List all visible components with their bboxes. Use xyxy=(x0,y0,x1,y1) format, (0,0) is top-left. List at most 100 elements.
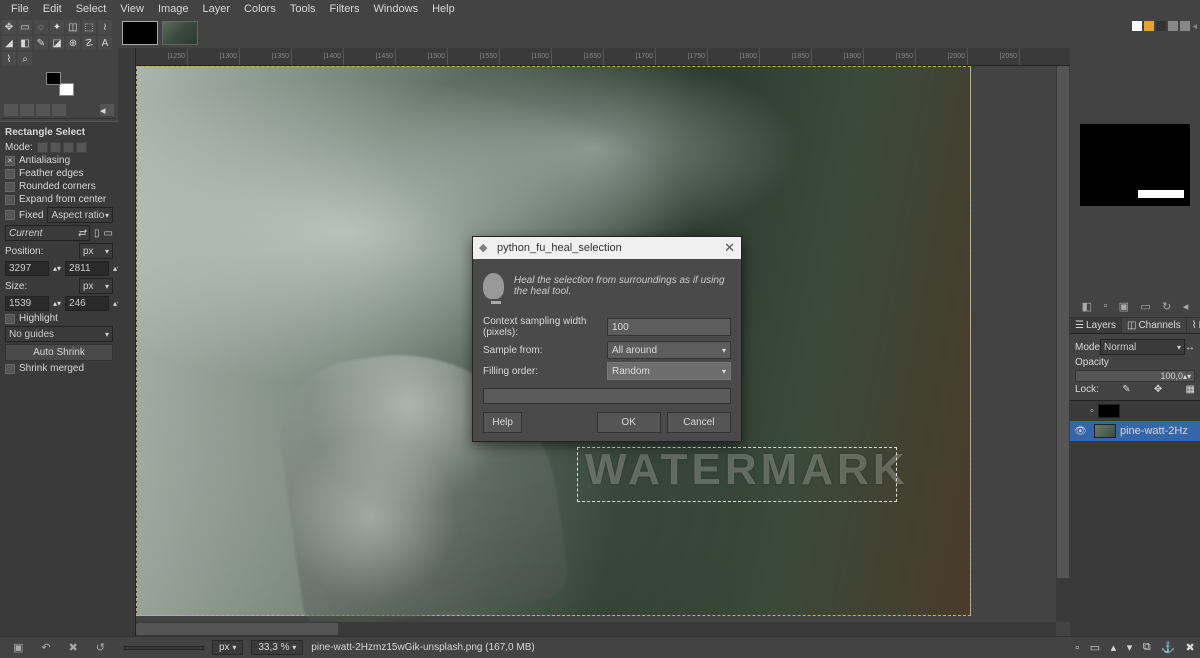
anchor-layer-icon[interactable]: ⚓ xyxy=(1161,641,1175,654)
help-button[interactable]: Help xyxy=(483,412,522,433)
dock-menu-right-icon[interactable]: ◂ xyxy=(1192,21,1197,33)
navigator-preview[interactable] xyxy=(1080,124,1190,206)
bucket-tool-icon[interactable]: ◢ xyxy=(2,36,16,50)
dialog-titlebar[interactable]: ◆ python_fu_heal_selection ✕ xyxy=(473,237,741,259)
current-select[interactable]: Current⇄ xyxy=(5,225,90,241)
menu-edit[interactable]: Edit xyxy=(36,1,69,17)
delete-options-icon[interactable]: ✖ xyxy=(69,641,78,654)
rounded-checkbox[interactable] xyxy=(5,182,15,192)
mode-add-icon[interactable] xyxy=(50,142,61,153)
layers-tab[interactable]: ☰Layers xyxy=(1070,318,1122,333)
antialias-checkbox[interactable]: × xyxy=(5,156,15,166)
new-brush-icon[interactable]: ▫ xyxy=(1103,300,1107,313)
blend-mode-select[interactable]: Normal▾ xyxy=(1100,339,1185,355)
filling-order-select[interactable]: Random▾ xyxy=(607,362,731,380)
path-tool-icon[interactable]: ⌇ xyxy=(2,52,16,66)
menu-view[interactable]: View xyxy=(113,1,151,17)
lock-position-icon[interactable]: ✥ xyxy=(1154,384,1162,395)
highlight-checkbox[interactable] xyxy=(5,314,15,324)
cancel-button[interactable]: Cancel xyxy=(667,412,731,433)
ok-button[interactable]: OK xyxy=(597,412,661,433)
lasso-tool-icon[interactable]: ◌ xyxy=(34,20,48,34)
reset-options-icon[interactable]: ↺ xyxy=(96,641,105,654)
open-brush-icon[interactable]: ◂ xyxy=(1183,300,1189,313)
vertical-scrollbar[interactable] xyxy=(1056,66,1070,622)
dock-menu-icon[interactable]: ◂ xyxy=(100,104,114,116)
menu-select[interactable]: Select xyxy=(69,1,114,17)
size-h-input[interactable] xyxy=(65,296,109,311)
mode-subtract-icon[interactable] xyxy=(63,142,74,153)
new-group-icon[interactable]: ▭ xyxy=(1090,641,1100,654)
pos-y-input[interactable] xyxy=(65,261,109,276)
delete-brush-icon[interactable]: ▭ xyxy=(1140,300,1150,313)
duplicate-layer-icon[interactable]: ⧉ xyxy=(1143,641,1151,654)
duplicate-brush-icon[interactable]: ▣ xyxy=(1119,300,1129,313)
menu-file[interactable]: File xyxy=(4,1,36,17)
mode-intersect-icon[interactable] xyxy=(76,142,87,153)
color-swatches[interactable] xyxy=(46,72,74,96)
background-color[interactable] xyxy=(59,83,74,96)
text-tool-icon[interactable]: A xyxy=(98,36,112,50)
smudge-tool-icon[interactable]: ☡ xyxy=(82,36,96,50)
menu-tools[interactable]: Tools xyxy=(283,1,323,17)
dock-tab-options-icon[interactable] xyxy=(4,104,18,116)
save-options-icon[interactable]: ▣ xyxy=(13,641,23,654)
close-icon[interactable]: ✕ xyxy=(724,240,735,256)
layer-row-active[interactable]: 👁 pine-watt-2Hz xyxy=(1070,421,1200,441)
dock-tab-device-icon[interactable] xyxy=(20,104,34,116)
gradient-tool-icon[interactable]: ◧ xyxy=(18,36,32,50)
fuzzy-select-tool-icon[interactable]: ✦ xyxy=(50,20,64,34)
expand-checkbox[interactable] xyxy=(5,195,15,205)
warp-tool-icon[interactable]: ≀ xyxy=(98,20,112,34)
eraser-tool-icon[interactable]: ◪ xyxy=(50,36,64,50)
mode-switch-icon[interactable]: ↔ xyxy=(1185,342,1195,353)
auto-shrink-button[interactable]: Auto Shrink xyxy=(5,344,113,361)
move-tool-icon[interactable]: ✥ xyxy=(2,20,16,34)
portrait-icon[interactable]: ▯ xyxy=(94,228,100,239)
layer-row-hidden[interactable]: ◦ xyxy=(1070,401,1200,421)
menu-filters[interactable]: Filters xyxy=(323,1,367,17)
right-icon-5[interactable] xyxy=(1180,21,1190,31)
menu-layer[interactable]: Layer xyxy=(196,1,238,17)
shrink-merged-checkbox[interactable] xyxy=(5,364,15,374)
menu-windows[interactable]: Windows xyxy=(366,1,425,17)
restore-options-icon[interactable]: ↶ xyxy=(41,641,50,654)
layer-name[interactable]: pine-watt-2Hz xyxy=(1120,425,1188,437)
foreground-color[interactable] xyxy=(46,72,61,85)
image-tab-2[interactable] xyxy=(162,21,198,45)
right-icon-2[interactable] xyxy=(1144,21,1154,31)
aspect-ratio-select[interactable]: Aspect ratio▾ xyxy=(47,207,113,223)
opacity-slider[interactable]: 100,0 ▴▾ xyxy=(1075,370,1195,382)
feather-checkbox[interactable] xyxy=(5,169,15,179)
status-zoom[interactable]: 33,3 % ▾ xyxy=(251,640,303,655)
brush-editor-icon[interactable]: ◧ xyxy=(1082,300,1092,313)
lower-layer-icon[interactable]: ▾ xyxy=(1127,641,1133,654)
menu-image[interactable]: Image xyxy=(151,1,196,17)
right-icon-4[interactable] xyxy=(1168,21,1178,31)
dock-tab-history-icon[interactable] xyxy=(36,104,50,116)
menu-colors[interactable]: Colors xyxy=(237,1,283,17)
rect-select-tool-icon[interactable]: ▭ xyxy=(18,20,32,34)
visibility-toggle-icon[interactable]: 👁 xyxy=(1074,426,1086,437)
zoom-tool-icon[interactable]: ⌕ xyxy=(18,52,32,66)
size-unit[interactable]: px▾ xyxy=(79,278,113,294)
refresh-brush-icon[interactable]: ↻ xyxy=(1162,300,1171,313)
lock-alpha-icon[interactable]: ▦ xyxy=(1186,384,1195,395)
image-tab-1[interactable] xyxy=(122,21,158,45)
status-unit[interactable]: px ▾ xyxy=(212,640,243,655)
size-w-input[interactable] xyxy=(5,296,49,311)
pos-x-input[interactable] xyxy=(5,261,49,276)
position-unit[interactable]: px▾ xyxy=(79,243,113,259)
delete-layer-icon[interactable]: ✖ xyxy=(1185,641,1194,654)
transform-tool-icon[interactable]: ⬚ xyxy=(82,20,96,34)
horizontal-scrollbar[interactable] xyxy=(136,622,1056,636)
crop-tool-icon[interactable]: ◫ xyxy=(66,20,80,34)
fixed-checkbox[interactable] xyxy=(5,210,15,220)
raise-layer-icon[interactable]: ▴ xyxy=(1111,641,1117,654)
channels-tab[interactable]: ◫Channels xyxy=(1122,318,1187,333)
mode-replace-icon[interactable] xyxy=(37,142,48,153)
right-icon-1[interactable] xyxy=(1132,21,1142,31)
menu-help[interactable]: Help xyxy=(425,1,462,17)
vertical-ruler[interactable] xyxy=(118,48,136,636)
ctx-width-input[interactable]: 100 xyxy=(607,318,731,336)
